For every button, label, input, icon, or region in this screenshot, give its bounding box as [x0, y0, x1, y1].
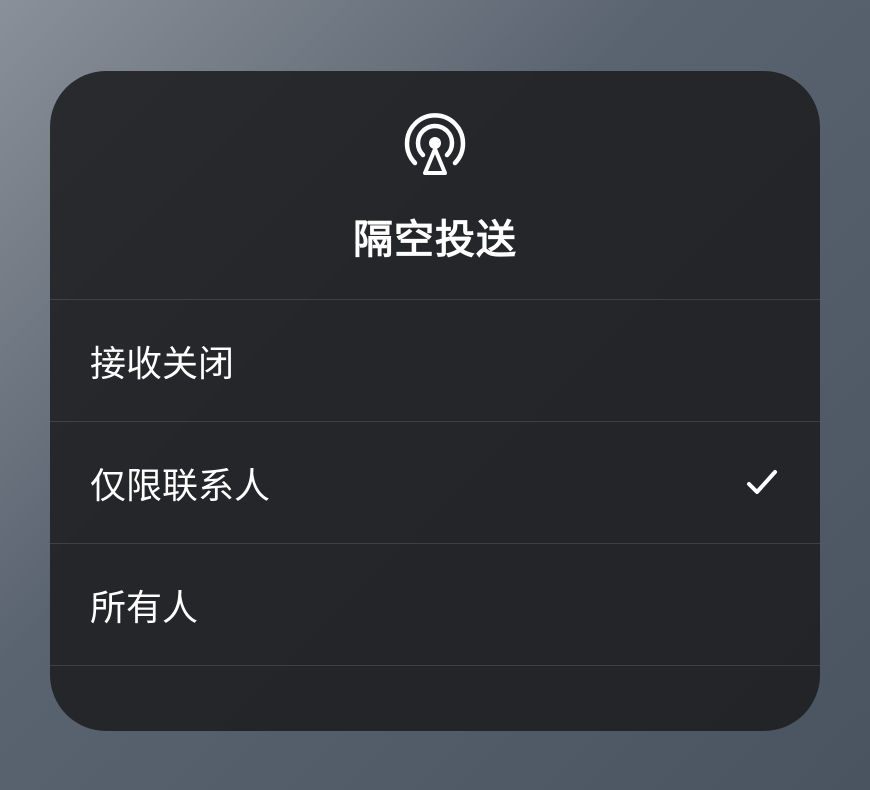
option-label: 仅限联系人	[90, 457, 270, 509]
option-everyone[interactable]: 所有人	[50, 544, 820, 666]
panel-header: 隔空投送	[50, 71, 820, 300]
airdrop-panel: 隔空投送 接收关闭 仅限联系人 所有人	[50, 71, 820, 731]
option-contacts-only[interactable]: 仅限联系人	[50, 422, 820, 544]
options-list: 接收关闭 仅限联系人 所有人	[50, 300, 820, 731]
panel-title: 隔空投送	[353, 207, 517, 265]
airdrop-icon	[399, 111, 471, 183]
option-label: 所有人	[90, 579, 198, 631]
option-receiving-off[interactable]: 接收关闭	[50, 300, 820, 422]
option-label: 接收关闭	[90, 335, 234, 387]
checkmark-icon	[744, 465, 780, 501]
